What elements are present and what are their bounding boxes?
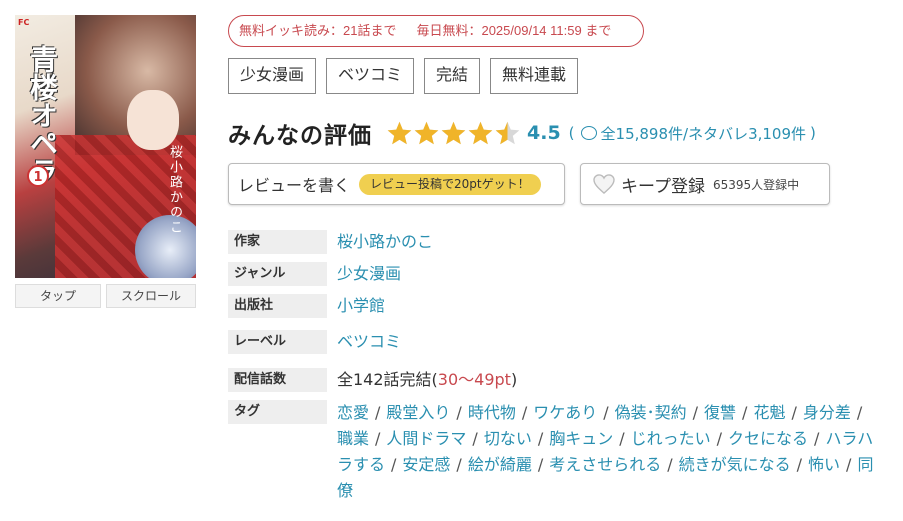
episodes-label: 配信話数 [228,368,327,392]
tag-separator: / [375,403,381,422]
tag-separator: / [796,455,803,474]
tag-separator: / [716,429,723,448]
episodes-text: 全142話完結( [337,370,438,389]
star-icon [468,121,493,144]
top-tag[interactable]: ベツコミ [326,58,415,94]
episodes-value: 全142話完結(30〜49pt) [337,368,517,392]
tag-separator: / [603,403,609,422]
book-info: 作家 桜小路かのこ ジャンル 少女漫画 出版社 小学館 レーベル ベツコミ 配信… [228,230,888,512]
info-row-genre: ジャンル 少女漫画 [228,262,888,286]
comment-icon [580,126,597,140]
label-label: レーベル [228,330,327,354]
author-link[interactable]: 桜小路かのこ [337,230,433,254]
bulk-free-text: 無料イッキ読み：21話まで [239,23,397,38]
tags-label: タグ [228,400,327,424]
tag-link[interactable]: 考えさせられる [549,455,661,474]
tag-separator: / [456,403,462,422]
tag-separator: / [856,403,863,422]
episodes-pt: 30〜49pt [437,370,511,389]
top-tags: 少女漫画 ベツコミ 完結 無料連載 [228,58,579,94]
star-icon [441,121,466,144]
tag-separator: / [456,455,462,474]
tag-link[interactable]: じれったい [631,429,711,448]
tag-separator: / [537,429,544,448]
review-count-link[interactable]: ( 全15,898件/ネタバレ3,109件 ) [569,123,816,144]
tag-link[interactable]: 切ない [484,429,532,448]
tag-separator: / [391,455,397,474]
rating-row: みんなの評価 4.5 ( 全15,898件/ネタバレ3,109件 ) [228,114,816,152]
tag-separator: / [537,455,544,474]
label-link[interactable]: ベツコミ [337,330,401,354]
rating-stars [386,120,521,147]
tag-link[interactable]: 怖い [808,455,840,474]
cover-author: 桜小路かのこ [167,145,182,235]
review-bonus-badge: レビュー投稿で20ptゲット！ [359,173,541,195]
tag-link[interactable]: 人間ドラマ [386,429,466,448]
top-tag[interactable]: 完結 [424,58,481,94]
tag-list: 恋愛 / 殿堂入り / 時代物 / ワケあり / 偽装･契約 / 復讐 / 花魁 / 身分差 / 職業 / 人間ドラ… [337,400,882,504]
write-review-label: レビューを書く [238,176,351,195]
free-info-badge: 無料イッキ読み：21話まで 毎日無料：2025/09/14 11:59 まで [228,15,644,47]
tag-separator: / [472,429,478,448]
tag-link[interactable]: 続きが気になる [679,455,791,474]
top-tag[interactable]: 無料連載 [490,58,579,94]
rating-title: みんなの評価 [228,123,372,149]
tag-link[interactable]: 恋愛 [337,403,369,422]
tag-link[interactable]: 花魁 [753,403,785,422]
tag-separator: / [692,403,699,422]
tag-separator: / [846,455,852,474]
heart-icon [593,174,615,194]
cover-title: 青楼オペラ [26,45,59,185]
keep-button[interactable]: キープ登録 65395人登録中 [580,163,830,205]
paren-close: ) [810,124,816,142]
top-tag[interactable]: 少女漫画 [228,58,317,94]
star-icon [414,121,439,144]
tag-link[interactable]: 身分差 [803,403,851,422]
publisher-mark: FC [18,18,30,27]
cover-art-face [127,90,179,150]
tap-button[interactable]: タップ [15,284,101,308]
tag-separator: / [814,429,820,448]
tag-link[interactable]: 殿堂入り [386,403,450,422]
tag-link[interactable]: 安定感 [402,455,450,474]
episodes-close: ) [510,370,518,389]
info-row-episodes: 配信話数 全142話完結(30〜49pt) [228,368,888,392]
tag-link[interactable]: 復讐 [704,403,736,422]
keep-count: 65395人登録中 [712,177,800,192]
write-review-button[interactable]: レビューを書く レビュー投稿で20ptゲット！ [228,163,565,205]
tag-link[interactable]: 絵が綺麗 [468,455,532,474]
genre-label: ジャンル [228,262,327,286]
tag-link[interactable]: クセになる [728,429,808,448]
star-icon [387,121,412,144]
tag-separator: / [375,429,381,448]
tag-link[interactable]: 職業 [337,429,369,448]
publisher-label: 出版社 [228,294,327,318]
tag-separator: / [742,403,748,422]
info-row-author: 作家 桜小路かのこ [228,230,888,254]
tag-separator: / [521,403,528,422]
tag-link[interactable]: 胸キュン [549,429,613,448]
info-row-publisher: 出版社 小学館 [228,294,888,318]
author-label: 作家 [228,230,327,254]
genre-link[interactable]: 少女漫画 [337,262,401,286]
scroll-button[interactable]: スクロール [106,284,196,308]
keep-label: キープ登録 [621,176,705,197]
rating-value: 4.5 [527,122,561,144]
tag-separator: / [619,429,625,448]
tag-separator: / [791,403,797,422]
publisher-link[interactable]: 小学館 [337,294,385,318]
info-row-tags: タグ 恋愛 / 殿堂入り / 時代物 / ワケあり / 偽装･契約 / 復讐 / 花魁 / 身分差 / 職業 / 人… [228,400,888,504]
paren-open: ( [568,124,575,142]
tag-separator: / [667,455,673,474]
book-cover[interactable]: FC 青楼オペラ 1 桜小路かのこ [15,15,196,278]
tag-link[interactable]: 時代物 [468,403,516,422]
tag-link[interactable]: ワケあり [533,403,597,422]
tag-link[interactable]: 偽装･契約 [615,403,687,422]
cover-volume: 1 [27,165,49,187]
review-count-text: 全15,898件/ネタバレ3,109件 [600,124,807,143]
star-icon [495,121,520,144]
info-row-label: レーベル ベツコミ [228,330,888,354]
daily-free-text: 毎日無料：2025/09/14 11:59 まで [416,23,612,38]
